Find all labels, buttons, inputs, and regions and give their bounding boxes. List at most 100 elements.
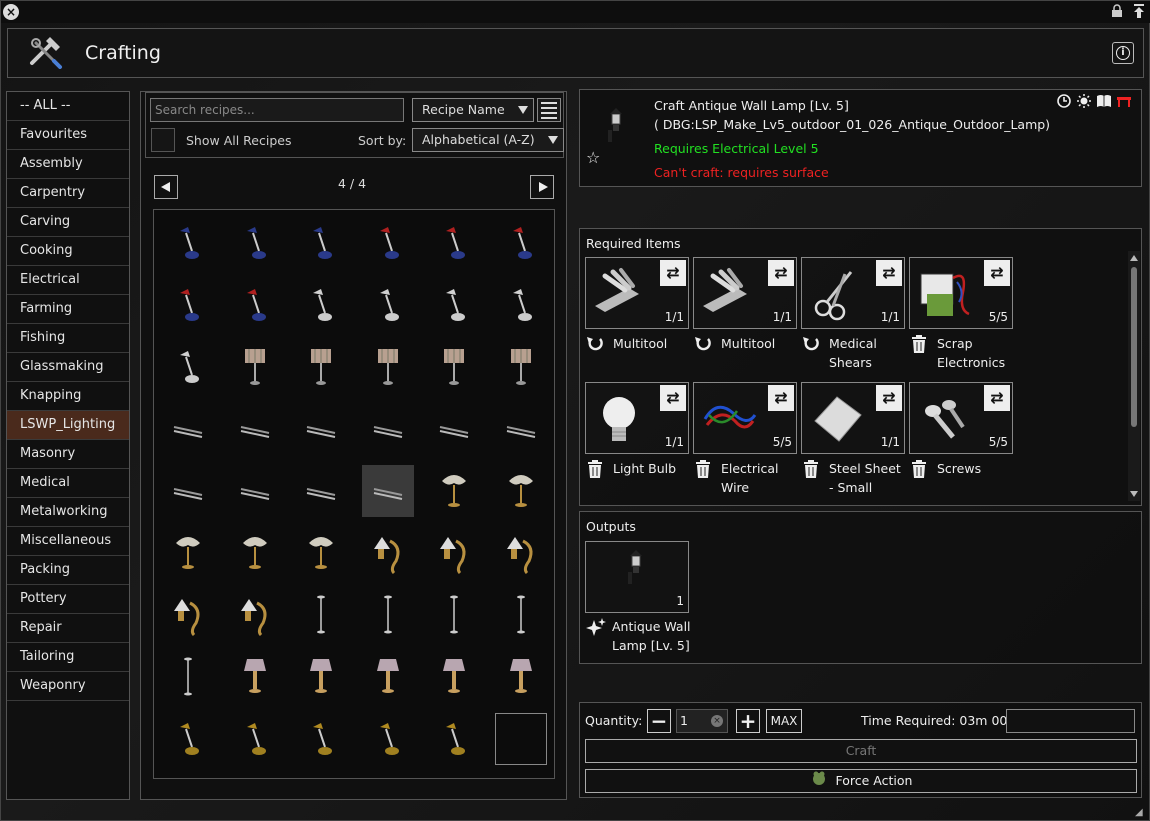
category-item[interactable]: Miscellaneous <box>7 527 129 556</box>
swap-icon[interactable]: ⇄ <box>660 385 686 411</box>
recipe-cell[interactable] <box>162 217 214 269</box>
recipe-cell[interactable] <box>495 527 547 579</box>
sort-dropdown[interactable]: Alphabetical (A-Z) <box>412 128 564 152</box>
titlebar[interactable] <box>1 1 1150 23</box>
category-item[interactable]: Electrical <box>7 266 129 295</box>
category-item[interactable]: Repair <box>7 614 129 643</box>
recipe-cell[interactable] <box>162 527 214 579</box>
prev-page-button[interactable] <box>154 175 178 199</box>
recipe-cell[interactable] <box>361 465 414 517</box>
recipe-cell[interactable] <box>362 279 414 331</box>
recipe-cell[interactable] <box>495 589 547 641</box>
scroll-thumb[interactable] <box>1131 267 1137 427</box>
recipe-cell[interactable] <box>162 403 214 455</box>
swap-icon[interactable]: ⇄ <box>768 260 794 286</box>
recipe-cell[interactable] <box>162 279 214 331</box>
recipe-cell[interactable] <box>428 527 480 579</box>
recipe-cell[interactable] <box>495 465 547 517</box>
required-item-slot[interactable]: ⇄ 1/1 <box>693 257 797 329</box>
recipe-cell[interactable] <box>162 651 214 703</box>
swap-icon[interactable]: ⇄ <box>660 260 686 286</box>
pin-icon[interactable] <box>1131 4 1147 20</box>
recipe-cell[interactable] <box>162 589 214 641</box>
max-button[interactable]: MAX <box>766 709 802 733</box>
recipe-cell[interactable] <box>295 651 347 703</box>
recipe-cell[interactable] <box>229 403 281 455</box>
recipe-cell[interactable] <box>428 403 480 455</box>
swap-icon[interactable]: ⇄ <box>876 385 902 411</box>
recipe-cell[interactable] <box>295 403 347 455</box>
category-item[interactable]: Farming <box>7 295 129 324</box>
category-item[interactable]: Weaponry <box>7 672 129 701</box>
required-items-scrollbar[interactable] <box>1128 251 1140 501</box>
recipe-cell[interactable] <box>495 217 547 269</box>
recipe-cell[interactable] <box>229 341 281 393</box>
list-view-button[interactable] <box>537 98 561 122</box>
recipe-cell[interactable] <box>428 651 480 703</box>
category-item[interactable]: Packing <box>7 556 129 585</box>
category-item[interactable]: Tailoring <box>7 643 129 672</box>
recipe-cell[interactable] <box>229 527 281 579</box>
recipe-cell[interactable] <box>295 713 347 765</box>
recipe-cell[interactable] <box>229 589 281 641</box>
category-item[interactable]: Glassmaking <box>7 353 129 382</box>
recipe-cell[interactable] <box>295 589 347 641</box>
required-item-slot[interactable]: ⇄ 1/1 <box>801 382 905 454</box>
swap-icon[interactable]: ⇄ <box>984 260 1010 286</box>
swap-icon[interactable]: ⇄ <box>768 385 794 411</box>
category-item[interactable]: Favourites <box>7 121 129 150</box>
category-item[interactable]: Fishing <box>7 324 129 353</box>
recipe-cell[interactable] <box>229 651 281 703</box>
category-item[interactable]: Knapping <box>7 382 129 411</box>
recipe-cell[interactable] <box>362 217 414 269</box>
recipe-cell[interactable] <box>428 217 480 269</box>
quantity-decrease-button[interactable]: − <box>647 709 671 733</box>
recipe-cell[interactable] <box>362 651 414 703</box>
recipe-cell[interactable] <box>428 341 480 393</box>
recipe-cell[interactable] <box>229 217 281 269</box>
category-item[interactable]: Assembly <box>7 150 129 179</box>
required-item-slot[interactable]: ⇄ 5/5 <box>909 257 1013 329</box>
required-item-slot[interactable]: ⇄ 5/5 <box>909 382 1013 454</box>
scroll-down-icon[interactable] <box>1130 491 1138 497</box>
recipe-cell[interactable] <box>295 465 347 517</box>
category-item[interactable]: Pottery <box>7 585 129 614</box>
category-item[interactable]: -- ALL -- <box>7 92 129 121</box>
category-item[interactable]: Masonry <box>7 440 129 469</box>
quantity-input[interactable]: 1 × <box>676 709 728 733</box>
required-item-slot[interactable]: ⇄ 1/1 <box>585 382 689 454</box>
recipe-cell[interactable] <box>495 341 547 393</box>
recipe-cell[interactable] <box>362 341 414 393</box>
recipe-cell[interactable] <box>428 465 480 517</box>
recipe-cell[interactable] <box>162 465 214 517</box>
search-input[interactable]: Search recipes... <box>150 98 404 122</box>
recipe-cell[interactable] <box>362 713 414 765</box>
recipe-cell[interactable] <box>295 279 347 331</box>
favourite-star-icon[interactable]: ☆ <box>586 148 600 167</box>
next-page-button[interactable] <box>530 175 554 199</box>
swap-icon[interactable]: ⇄ <box>984 385 1010 411</box>
recipe-cell[interactable] <box>428 589 480 641</box>
close-icon[interactable]: × <box>3 4 19 20</box>
category-item[interactable]: Carpentry <box>7 179 129 208</box>
recipe-cell[interactable] <box>495 403 547 455</box>
recipe-cell[interactable] <box>162 713 214 765</box>
recipe-cell[interactable] <box>229 465 281 517</box>
recipe-cell[interactable] <box>162 341 214 393</box>
clear-icon[interactable]: × <box>711 715 723 727</box>
category-item[interactable]: LSWP_Lighting <box>7 411 129 440</box>
recipe-cell[interactable] <box>428 279 480 331</box>
category-item[interactable]: Metalworking <box>7 498 129 527</box>
output-item[interactable]: 1 <box>585 541 689 613</box>
recipe-cell[interactable] <box>362 403 414 455</box>
recipe-cell[interactable] <box>229 713 281 765</box>
quantity-increase-button[interactable]: + <box>736 709 760 733</box>
recipe-cell[interactable] <box>229 279 281 331</box>
category-item[interactable]: Carving <box>7 208 129 237</box>
swap-icon[interactable]: ⇄ <box>876 260 902 286</box>
lock-icon[interactable] <box>1109 4 1125 20</box>
search-mode-dropdown[interactable]: Recipe Name <box>412 98 534 122</box>
recipe-cell[interactable] <box>362 527 414 579</box>
force-action-button[interactable]: Force Action <box>585 769 1137 793</box>
recipe-cell[interactable] <box>494 713 547 765</box>
